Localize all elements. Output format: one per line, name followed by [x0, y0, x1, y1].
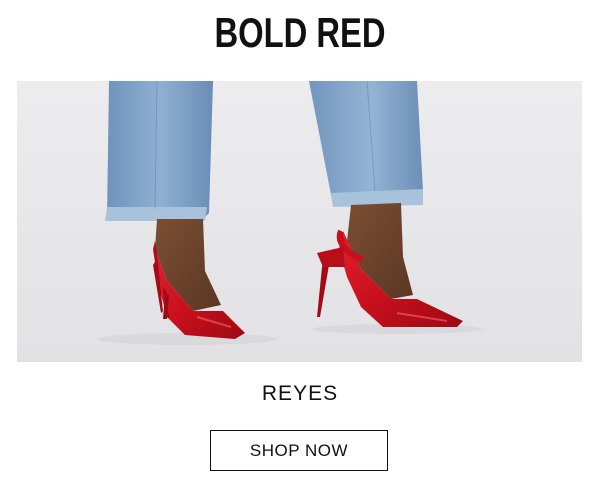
hero-illustration [17, 81, 582, 362]
product-name[interactable]: REYES [0, 380, 600, 408]
shop-now-button[interactable]: SHOP NOW [210, 430, 388, 471]
headline: BOLD RED [214, 9, 386, 56]
product-hero-image[interactable] [17, 81, 582, 362]
